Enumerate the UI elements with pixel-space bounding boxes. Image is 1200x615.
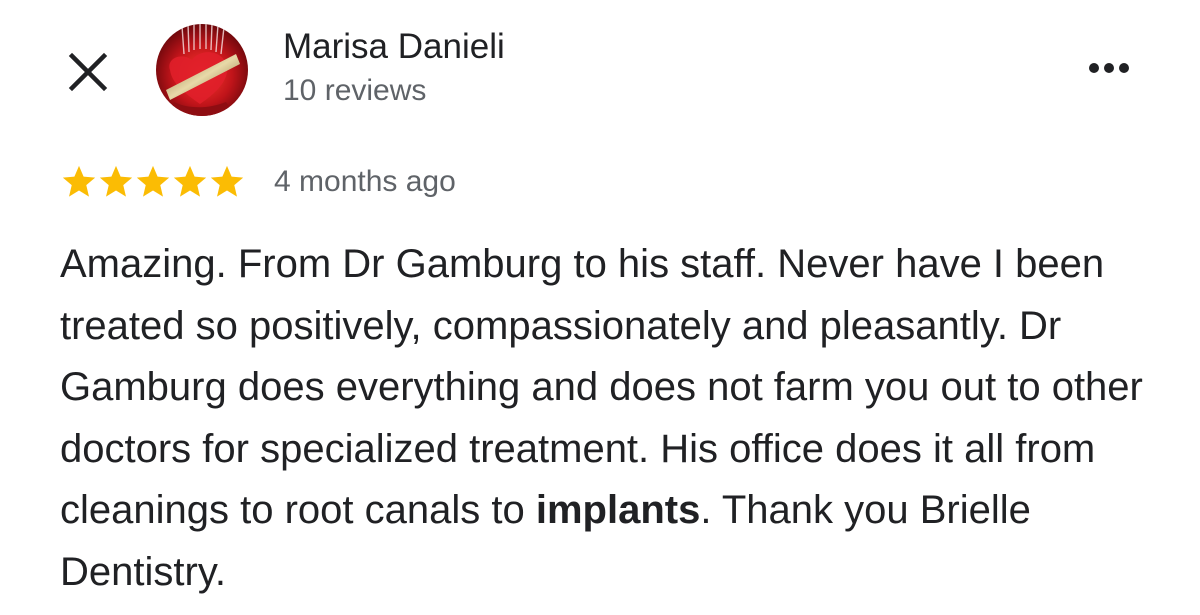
star-icon (136, 165, 170, 197)
review-text: Amazing. From Dr Gamburg to his staff. N… (60, 234, 1160, 603)
rating-row: 4 months ago (60, 160, 456, 204)
profile-photo (156, 24, 248, 116)
close-icon (68, 52, 108, 92)
star-icon (173, 165, 207, 197)
star-icon (99, 165, 133, 197)
review-text-highlight: implants (535, 488, 701, 532)
reviewer-name[interactable]: Marisa Danieli (283, 26, 505, 68)
avatar[interactable] (156, 24, 248, 116)
star-rating (60, 163, 245, 201)
close-button[interactable] (66, 50, 110, 94)
more-options-button[interactable] (1082, 52, 1138, 84)
star-icon (210, 165, 244, 197)
more-horizontal-icon (1089, 63, 1129, 73)
star-icon (62, 165, 96, 197)
review-time: 4 months ago (274, 165, 456, 198)
reviewer-review-count[interactable]: 10 reviews (283, 72, 426, 110)
